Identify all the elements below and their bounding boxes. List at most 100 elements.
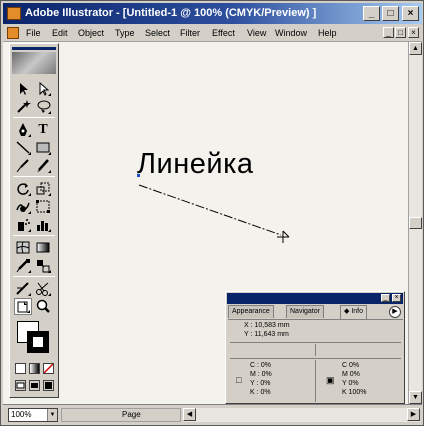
tab-appearance[interactable]: Appearance — [228, 305, 274, 318]
tab-navigator[interactable]: Navigator — [286, 305, 324, 318]
hand-tool-icon[interactable] — [14, 298, 32, 315]
none-mode-button[interactable] — [43, 363, 54, 374]
panel-close-button[interactable]: × — [392, 294, 401, 302]
stroke-cyan-readout: C 0% — [342, 362, 360, 369]
fill-magenta-readout: M : 0% — [250, 371, 272, 378]
status-page-label: Page — [122, 410, 141, 419]
gradient-tool-icon[interactable] — [34, 239, 52, 256]
horizontal-scrollbar[interactable]: ◀ ▶ — [183, 408, 420, 422]
x-coordinate-readout: X : 10,583 mm — [244, 322, 290, 329]
free-transform-tool-icon[interactable] — [34, 198, 52, 215]
fill-yellow-readout: Y : 0% — [250, 380, 271, 387]
stroke-black-readout: K 100% — [342, 389, 367, 396]
menu-window[interactable]: Window — [275, 28, 307, 38]
status-bar: 100% ▼ Page ◀ ▶ — [3, 404, 422, 424]
menu-type[interactable]: Type — [115, 28, 135, 38]
fill-stroke-selector[interactable] — [15, 319, 53, 357]
ruler-line-drawing[interactable] — [131, 171, 301, 251]
scroll-left-arrow-icon[interactable]: ◀ — [183, 408, 196, 421]
anchor-point — [137, 174, 140, 177]
close-button[interactable]: × — [402, 6, 419, 21]
lasso-tool-icon[interactable] — [34, 98, 52, 115]
scroll-up-arrow-icon[interactable]: ▲ — [409, 42, 422, 55]
gradient-mode-button[interactable] — [29, 363, 40, 374]
document-close-button[interactable]: × — [408, 27, 419, 38]
menu-view[interactable]: View — [247, 28, 266, 38]
y-coordinate-readout: Y : 11,643 mm — [244, 331, 289, 338]
tab-info-label: Info — [351, 308, 364, 315]
stroke-magenta-readout: M 0% — [342, 371, 360, 378]
warp-tool-icon[interactable] — [14, 198, 32, 215]
title-bar[interactable]: Adobe Illustrator - [Untitled-1 @ 100% (… — [3, 3, 422, 24]
rotate-tool-icon[interactable] — [14, 180, 32, 197]
graph-tool-icon[interactable] — [34, 216, 52, 233]
info-readout: X : 10,583 mm Y : 11,643 mm □ C : 0% M :… — [228, 319, 403, 403]
full-screen-menu-mode-button[interactable] — [29, 380, 40, 391]
toolbox-title-bar[interactable] — [12, 47, 56, 50]
standard-screen-mode-button[interactable] — [15, 380, 26, 391]
pen-tool-icon[interactable] — [14, 121, 32, 138]
fill-black-readout: K : 0% — [250, 389, 271, 396]
maximize-button[interactable]: □ — [382, 6, 399, 21]
pencil-tool-icon[interactable] — [34, 157, 52, 174]
measure-line — [138, 184, 282, 236]
minimize-button[interactable]: _ — [363, 6, 380, 21]
tab-info[interactable]: ◆ Info — [340, 305, 368, 319]
fill-indicator-icon: □ — [236, 375, 242, 385]
eyedropper-tool-icon[interactable] — [14, 257, 32, 274]
zoom-field[interactable]: 100% ▼ — [8, 408, 58, 422]
panel-divider — [230, 342, 401, 343]
zoom-value: 100% — [11, 410, 32, 419]
vertical-scroll-thumb[interactable] — [409, 217, 422, 229]
scale-tool-icon[interactable] — [34, 180, 52, 197]
blend-tool-icon[interactable] — [34, 257, 52, 274]
full-screen-mode-button[interactable] — [43, 380, 54, 391]
toolbox-divider — [13, 235, 55, 236]
magic-wand-tool-icon[interactable] — [14, 98, 32, 115]
menu-filter[interactable]: Filter — [180, 28, 200, 38]
document-icon[interactable] — [7, 27, 19, 39]
toolbox-divider — [13, 176, 55, 177]
zoom-tool-icon[interactable] — [34, 298, 52, 315]
info-panel: _ × Appearance Navigator ◆ Info ▶ X : 10… — [225, 291, 405, 404]
line-segment-tool-icon[interactable] — [14, 139, 32, 156]
mesh-tool-icon[interactable] — [14, 239, 32, 256]
stroke-indicator-icon: ▣ — [326, 375, 335, 385]
panel-minimize-button[interactable]: _ — [381, 294, 390, 302]
vertical-scrollbar[interactable]: ▲ ▼ — [408, 42, 422, 404]
zoom-dropdown-icon[interactable]: ▼ — [47, 409, 57, 421]
scroll-right-arrow-icon[interactable]: ▶ — [407, 408, 420, 421]
panel-divider — [315, 344, 316, 356]
menu-edit[interactable]: Edit — [52, 28, 68, 38]
direct-selection-tool-icon[interactable] — [34, 80, 52, 97]
panel-title-bar[interactable] — [227, 293, 403, 304]
type-tool-icon[interactable]: T — [34, 121, 52, 138]
toolbox-header-image[interactable] — [12, 52, 56, 74]
toolbox-panel: T — [9, 43, 59, 398]
menu-help[interactable]: Help — [318, 28, 337, 38]
color-mode-button[interactable] — [15, 363, 26, 374]
menu-effect[interactable]: Effect — [212, 28, 235, 38]
stroke-swatch[interactable] — [27, 331, 49, 353]
status-field[interactable]: Page — [61, 408, 181, 422]
menu-select[interactable]: Select — [145, 28, 170, 38]
illustrator-app-icon[interactable] — [7, 7, 21, 20]
menu-object[interactable]: Object — [78, 28, 104, 38]
crosshair-cursor-icon — [277, 230, 290, 243]
slice-tool-icon[interactable] — [14, 280, 32, 297]
symbol-sprayer-tool-icon[interactable] — [14, 216, 32, 233]
toolbox-divider — [13, 276, 55, 277]
scroll-down-arrow-icon[interactable]: ▼ — [409, 391, 422, 404]
paintbrush-tool-icon[interactable] — [14, 157, 32, 174]
panel-menu-arrow-icon[interactable]: ▶ — [389, 306, 401, 318]
toolbox-divider — [13, 117, 55, 118]
document-restore-button[interactable]: □ — [395, 27, 406, 38]
rectangle-tool-icon[interactable] — [34, 139, 52, 156]
document-minimize-button[interactable]: _ — [383, 27, 394, 38]
panel-divider — [230, 358, 401, 359]
menu-file[interactable]: File — [26, 28, 41, 38]
window-title: Adobe Illustrator - [Untitled-1 @ 100% (… — [25, 7, 317, 19]
scissors-tool-icon[interactable] — [34, 280, 52, 297]
stroke-yellow-readout: Y 0% — [342, 380, 359, 387]
selection-tool-icon[interactable] — [14, 80, 32, 97]
